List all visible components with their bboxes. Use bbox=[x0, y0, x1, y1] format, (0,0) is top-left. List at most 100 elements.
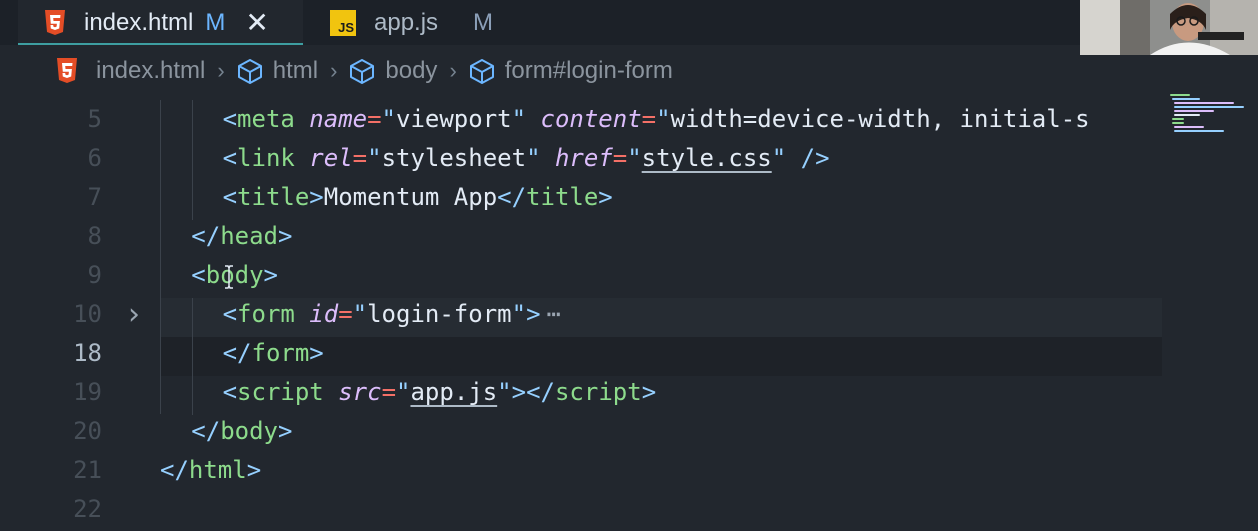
code-token: = bbox=[612, 144, 628, 172]
breadcrumb-label: body bbox=[385, 57, 438, 84]
code-token: < bbox=[222, 105, 238, 133]
html5-icon bbox=[57, 58, 77, 83]
fold-chevron-icon[interactable]: › bbox=[128, 295, 140, 334]
breadcrumb-label: html bbox=[272, 57, 319, 84]
code-content: </head> bbox=[191, 217, 292, 256]
code-token: > bbox=[641, 378, 657, 406]
code-line[interactable]: 19 <script src="app.js"></script> bbox=[0, 373, 1258, 412]
code-token: " bbox=[511, 300, 527, 328]
code-token: </ bbox=[191, 417, 221, 445]
code-token: " bbox=[526, 144, 541, 172]
code-line[interactable]: 9 <body> bbox=[0, 256, 1258, 295]
code-token: > bbox=[246, 456, 262, 484]
code-token: style.css bbox=[641, 144, 772, 172]
code-editor[interactable]: 5 <meta name="viewport" content="width=de… bbox=[0, 100, 1258, 531]
code-token: > bbox=[278, 222, 293, 250]
code-line[interactable]: 22 bbox=[0, 490, 1258, 529]
code-line[interactable]: 18 </form> bbox=[0, 334, 1258, 373]
code-content: <form id="login-form"> ⋯ bbox=[223, 295, 561, 334]
code-token: body bbox=[205, 261, 264, 289]
tab-label: app.js bbox=[374, 8, 439, 36]
breadcrumb-form[interactable]: form#login-form bbox=[469, 57, 673, 85]
text-cursor-icon bbox=[225, 265, 233, 289]
code-token: > bbox=[526, 300, 541, 328]
html5-icon bbox=[45, 9, 65, 35]
code-token: " bbox=[656, 105, 671, 133]
line-number: 20 bbox=[73, 417, 102, 445]
code-line[interactable]: 7 <title>Momentum App</title> bbox=[0, 178, 1258, 217]
line-number: 10 bbox=[73, 300, 102, 328]
code-token: < bbox=[222, 378, 238, 406]
code-line[interactable]: 20 </body> bbox=[0, 412, 1258, 451]
modified-badge: M bbox=[205, 8, 226, 36]
code-token: < bbox=[222, 144, 238, 172]
code-token: < bbox=[191, 261, 206, 289]
tab-app-js[interactable]: JS app.js M bbox=[330, 0, 530, 45]
line-number: 21 bbox=[73, 456, 102, 484]
code-token: </ bbox=[191, 222, 221, 250]
code-line[interactable]: 10 › <form id="login-form"> ⋯ bbox=[0, 295, 1258, 334]
line-number: 18 bbox=[73, 339, 102, 367]
code-content: </html> bbox=[160, 451, 261, 490]
code-content: <link rel="stylesheet" href="style.css" … bbox=[223, 139, 830, 178]
code-token: name bbox=[309, 105, 368, 133]
code-token: > bbox=[309, 183, 324, 211]
code-token: app.js bbox=[410, 378, 498, 406]
tab-index-html[interactable]: index.html M ✕ bbox=[18, 0, 303, 45]
code-token: = bbox=[367, 105, 382, 133]
breadcrumb-html[interactable]: html bbox=[237, 57, 318, 85]
tab-label: index.html bbox=[84, 8, 194, 36]
breadcrumb-body[interactable]: body bbox=[349, 57, 437, 85]
code-token: > bbox=[278, 417, 293, 445]
cube-icon bbox=[237, 59, 262, 84]
code-token: title bbox=[526, 183, 599, 211]
breadcrumb-label: form#login-form bbox=[504, 57, 673, 84]
code-token: content bbox=[540, 105, 642, 133]
code-token: = bbox=[381, 378, 397, 406]
chevron-right-icon: › bbox=[217, 58, 225, 83]
line-number: 19 bbox=[73, 378, 102, 406]
code-token: rel bbox=[309, 144, 353, 172]
code-token: > bbox=[598, 183, 613, 211]
code-token: > bbox=[511, 378, 527, 406]
code-content: <meta name="viewport" content="width=dev… bbox=[223, 100, 1090, 139]
fold-ellipsis-icon[interactable]: ⋯ bbox=[547, 300, 561, 328]
code-line[interactable]: 8 </head> bbox=[0, 217, 1258, 256]
breadcrumb-label: index.html bbox=[96, 57, 206, 84]
code-token: href bbox=[554, 144, 613, 172]
code-token: link bbox=[237, 144, 295, 172]
breadcrumb: index.html › html › body › form#login-fo… bbox=[0, 46, 1258, 96]
code-token: id bbox=[309, 300, 339, 328]
minimap[interactable] bbox=[1166, 92, 1246, 152]
breadcrumb-file[interactable]: index.html bbox=[56, 57, 205, 85]
close-icon[interactable]: ✕ bbox=[245, 8, 268, 37]
code-token: " bbox=[771, 144, 787, 172]
code-token: /> bbox=[800, 144, 830, 172]
code-token: script bbox=[237, 378, 324, 406]
line-number: 8 bbox=[87, 222, 102, 250]
code-token: Momentum App bbox=[323, 183, 498, 211]
code-token: < bbox=[222, 300, 238, 328]
code-token: form bbox=[251, 339, 310, 367]
code-token: html bbox=[188, 456, 247, 484]
code-line[interactable]: 6 <link rel="stylesheet" href="style.css"… bbox=[0, 139, 1258, 178]
tab-bar: index.html M ✕ JS app.js M bbox=[0, 0, 1258, 45]
code-token: = bbox=[338, 300, 353, 328]
code-token: form bbox=[237, 300, 295, 328]
code-token: </ bbox=[222, 339, 252, 367]
code-token: width=device-width, initial-s bbox=[670, 105, 1090, 133]
code-token: src bbox=[338, 378, 382, 406]
code-line[interactable]: 5 <meta name="viewport" content="width=de… bbox=[0, 100, 1258, 139]
code-token: title bbox=[237, 183, 310, 211]
code-line[interactable]: 21 </html> bbox=[0, 451, 1258, 490]
line-number: 22 bbox=[73, 495, 102, 523]
code-token: meta bbox=[237, 105, 295, 133]
code-token: = bbox=[641, 105, 657, 133]
chevron-right-icon: › bbox=[330, 58, 338, 83]
chevron-right-icon: › bbox=[449, 58, 457, 83]
js-icon: JS bbox=[330, 9, 356, 36]
